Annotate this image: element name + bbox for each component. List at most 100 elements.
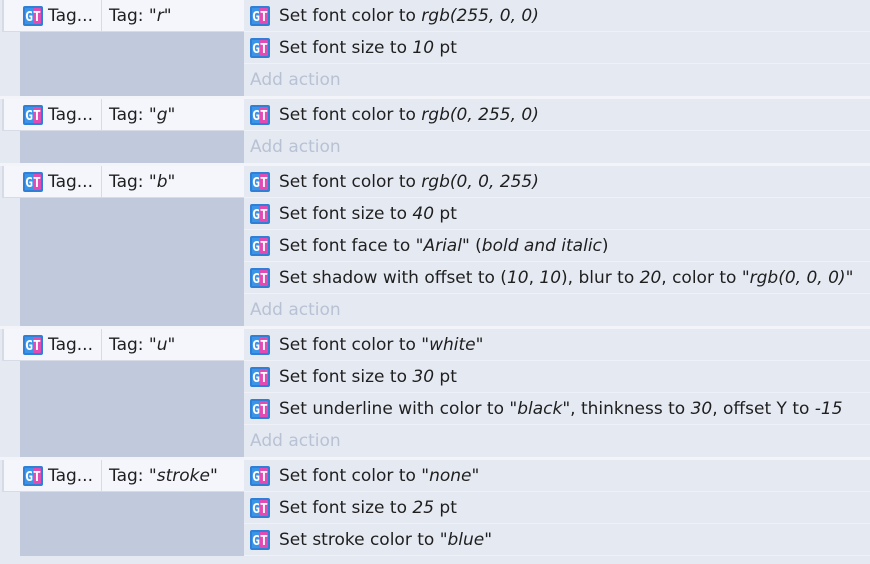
action-row[interactable]: GT Set font face to "Arial" (bold and it… [244, 230, 870, 262]
action-param: white [429, 334, 476, 355]
text-object-icon: GT [249, 398, 271, 420]
text-object-icon: GT [249, 529, 271, 551]
conditions-column[interactable]: GT Tag... Tag: "b" [2, 166, 244, 326]
event-sheet: GT Tag... Tag: "r" GT Set font color to r… [0, 0, 870, 564]
action-text-part: Set font size to [279, 37, 413, 58]
condition-object-name: Tag... [48, 334, 93, 355]
svg-text:GT: GT [252, 502, 268, 517]
conditions-column[interactable]: GT Tag... Tag: "stroke" [2, 460, 244, 556]
svg-text:GT: GT [252, 371, 268, 386]
condition-row[interactable]: GT Tag... Tag: "g" [2, 99, 244, 131]
text-object-icon: GT [249, 104, 271, 126]
action-param: 20 [639, 267, 662, 288]
action-param: 30 [412, 366, 435, 387]
action-row[interactable]: GT Set font size to 30 pt [244, 361, 870, 393]
action-row[interactable]: GT Set font color to "none" [244, 460, 870, 492]
action-param: bold and italic [481, 235, 602, 256]
text-object-icon: GT [22, 171, 44, 193]
action-row[interactable]: GT Set font size to 40 pt [244, 198, 870, 230]
text-object-icon: GT [249, 5, 271, 27]
action-text: Set font color to rgb(0, 0, 255) [279, 172, 539, 192]
action-text-part: ), blur to [561, 267, 640, 288]
action-row[interactable]: GT Set font color to rgb(0, 0, 255) [244, 166, 870, 198]
action-text: Set underline with color to "black", thi… [279, 399, 843, 419]
condition-object-name: Tag... [48, 104, 93, 125]
action-row[interactable]: GT Set underline with color to "black", … [244, 393, 870, 425]
action-text-part: Set font size to [279, 497, 413, 518]
conditions-column[interactable]: GT Tag... Tag: "u" [2, 329, 244, 457]
condition-tag-value: stroke [156, 465, 210, 486]
text-object-icon: GT [249, 334, 271, 356]
action-text-part: Set font color to [279, 5, 422, 26]
event-block[interactable]: GT Tag... Tag: "b" GT Set font color to r… [0, 163, 870, 326]
condition-row[interactable]: GT Tag... Tag: "b" [2, 166, 244, 198]
add-action-link[interactable]: Add action [244, 294, 870, 326]
condition-text-suffix: " [167, 171, 176, 192]
condition-tag-value: r [156, 5, 164, 26]
condition-text: Tag: "r" [109, 6, 172, 26]
event-block[interactable]: GT Tag... Tag: "stroke" GT Set font color… [0, 457, 870, 556]
action-row[interactable]: GT Set font color to rgb(255, 0, 0) [244, 0, 870, 32]
action-text: Set shadow with offset to (10, 10), blur… [279, 268, 853, 288]
actions-column[interactable]: GT Set font color to rgb(0, 0, 255) GT S… [244, 166, 870, 326]
action-row[interactable]: GT Set font color to rgb(0, 255, 0) [244, 99, 870, 131]
svg-text:GT: GT [252, 176, 268, 191]
svg-text:GT: GT [252, 208, 268, 223]
action-text-part: pt [434, 37, 457, 58]
svg-text:GT: GT [252, 10, 268, 25]
svg-text:GT: GT [252, 272, 268, 287]
condition-row[interactable]: GT Tag... Tag: "u" [2, 329, 244, 361]
action-text: Set font size to 10 pt [279, 38, 457, 58]
text-object-icon: GT [249, 465, 271, 487]
text-object-icon: GT [22, 5, 44, 27]
action-text-part: pt [434, 366, 457, 387]
add-action-link[interactable]: Add action [244, 131, 870, 163]
actions-column[interactable]: GT Set font color to "white" GT Set font… [244, 329, 870, 457]
condition-row[interactable]: GT Tag... Tag: "r" [2, 0, 244, 32]
action-text-part: , color to " [661, 267, 750, 288]
condition-text-prefix: Tag: " [109, 104, 157, 125]
condition-tag-value: u [156, 334, 168, 355]
action-param: rgb(255, 0, 0) [421, 5, 539, 26]
condition-object-name: Tag... [48, 5, 93, 26]
action-row[interactable]: GT Set stroke color to "blue" [244, 524, 870, 556]
actions-column[interactable]: GT Set font color to "none" GT Set font … [244, 460, 870, 556]
action-row[interactable]: GT Set font color to "white" [244, 329, 870, 361]
condition-object[interactable]: GT Tag... [22, 0, 102, 31]
action-text-part: ", thinkness to [562, 398, 691, 419]
add-action-link[interactable]: Add action [244, 64, 870, 96]
condition-tag-value: g [156, 104, 168, 125]
action-row[interactable]: GT Set font size to 25 pt [244, 492, 870, 524]
text-object-icon: GT [249, 497, 271, 519]
event-block[interactable]: GT Tag... Tag: "g" GT Set font color to r… [0, 96, 870, 163]
action-row[interactable]: GT Set font size to 10 pt [244, 32, 870, 64]
svg-text:GT: GT [252, 339, 268, 354]
action-text: Set font size to 25 pt [279, 498, 457, 518]
actions-column[interactable]: GT Set font color to rgb(0, 255, 0) Add a… [244, 99, 870, 163]
action-text-part: Set stroke color to " [279, 529, 448, 550]
condition-row[interactable]: GT Tag... Tag: "stroke" [2, 460, 244, 492]
condition-object[interactable]: GT Tag... [22, 166, 102, 197]
svg-text:GT: GT [25, 176, 41, 191]
condition-object[interactable]: GT Tag... [22, 99, 102, 130]
action-text-part: Set font color to " [279, 465, 430, 486]
add-action-link[interactable]: Add action [244, 425, 870, 457]
svg-text:GT: GT [252, 109, 268, 124]
action-text-part: Set underline with color to " [279, 398, 518, 419]
action-param: rgb(0, 0, 255) [421, 171, 539, 192]
svg-text:GT: GT [252, 42, 268, 57]
action-row[interactable]: GT Set shadow with offset to (10, 10), b… [244, 262, 870, 294]
condition-text-suffix: " [167, 334, 176, 355]
condition-text: Tag: "g" [109, 105, 175, 125]
action-param: 30 [690, 398, 713, 419]
event-block[interactable]: GT Tag... Tag: "u" GT Set font color to "… [0, 326, 870, 457]
svg-text:GT: GT [252, 403, 268, 418]
condition-object[interactable]: GT Tag... [22, 460, 102, 491]
action-text-part: " [471, 465, 480, 486]
event-block[interactable]: GT Tag... Tag: "r" GT Set font color to r… [0, 0, 870, 96]
condition-object[interactable]: GT Tag... [22, 329, 102, 360]
text-object-icon: GT [249, 37, 271, 59]
actions-column[interactable]: GT Set font color to rgb(255, 0, 0) GT S… [244, 0, 870, 96]
conditions-column[interactable]: GT Tag... Tag: "r" [2, 0, 244, 96]
conditions-column[interactable]: GT Tag... Tag: "g" [2, 99, 244, 163]
